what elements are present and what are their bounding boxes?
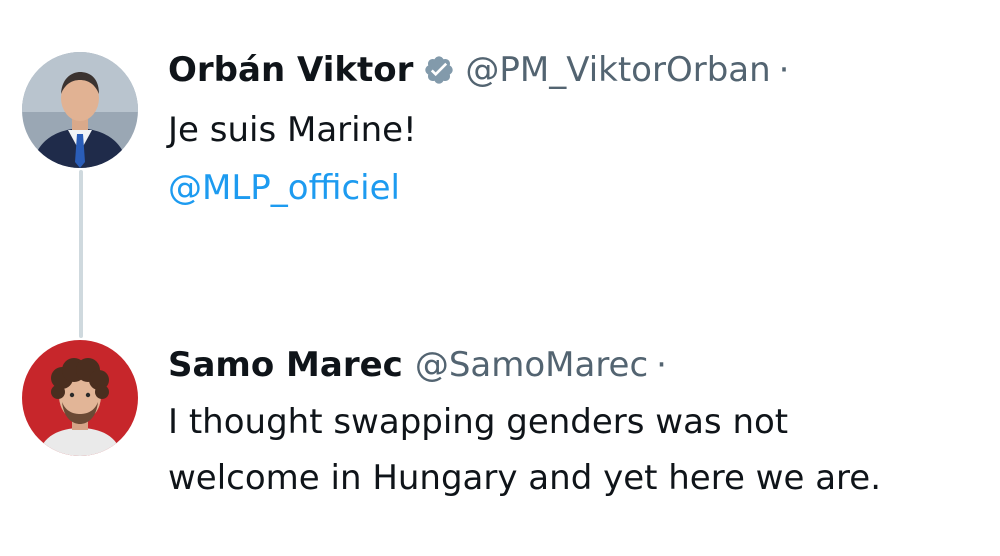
avatar-samo-marec[interactable]: [22, 340, 138, 456]
user-handle[interactable]: @PM_ViktorOrban: [465, 48, 770, 92]
user-handle[interactable]: @SamoMarec: [415, 343, 648, 387]
tweet-header-orban: Orbán Viktor @PM_ViktorOrban ·: [168, 48, 789, 92]
thread-connector-line: [79, 170, 83, 338]
tweet-text-line-1: I thought swapping genders was not: [168, 402, 789, 442]
tweet-header-samo-marec: Samo Marec @SamoMarec ·: [168, 343, 667, 387]
display-name[interactable]: Orbán Viktor: [168, 48, 413, 92]
mention-link[interactable]: @MLP_officiel: [168, 166, 400, 210]
tweet-text: Je suis Marine!: [168, 110, 417, 150]
separator-dot: ·: [778, 50, 790, 90]
display-name[interactable]: Samo Marec: [168, 343, 403, 387]
avatar-orban[interactable]: [22, 52, 138, 168]
avatar-samo-marec-image: [22, 340, 138, 456]
separator-dot: ·: [656, 345, 667, 385]
tweet-text-line-2: welcome in Hungary and yet here we are.: [168, 458, 882, 498]
avatar-orban-image: [22, 52, 138, 168]
verified-badge-icon: [423, 54, 455, 86]
